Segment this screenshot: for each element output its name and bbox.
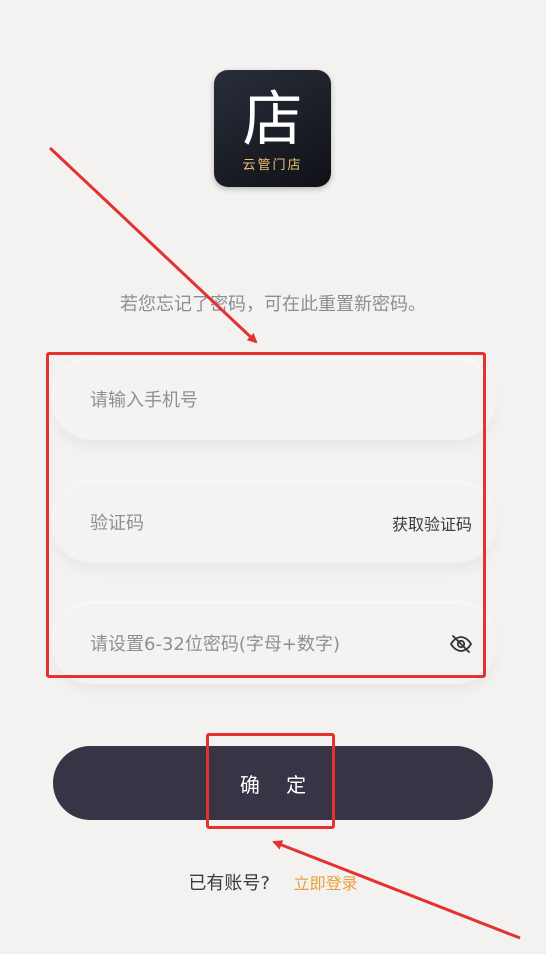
logo-subtitle: 云管门店 <box>242 158 303 173</box>
password-input[interactable] <box>88 623 448 665</box>
has-account-text: 已有账号? <box>188 873 270 894</box>
login-prompt: 已有账号? 立即登录 <box>0 869 546 895</box>
confirm-button[interactable]: 确 定 <box>53 746 493 820</box>
verification-code-field[interactable]: 获取验证码 <box>52 483 496 563</box>
reset-hint-text: 若您忘记了密码，可在此重置新密码。 <box>120 294 426 315</box>
phone-field[interactable] <box>52 360 496 440</box>
logo-glyph: 店 <box>242 85 303 155</box>
login-link[interactable]: 立即登录 <box>294 874 358 893</box>
app-logo: 店 云管门店 <box>214 70 331 187</box>
password-field[interactable] <box>52 604 496 684</box>
eye-off-icon[interactable] <box>448 631 474 657</box>
get-code-button[interactable]: 获取验证码 <box>392 511 472 535</box>
phone-input[interactable] <box>88 379 496 421</box>
verification-code-input[interactable] <box>88 502 392 544</box>
